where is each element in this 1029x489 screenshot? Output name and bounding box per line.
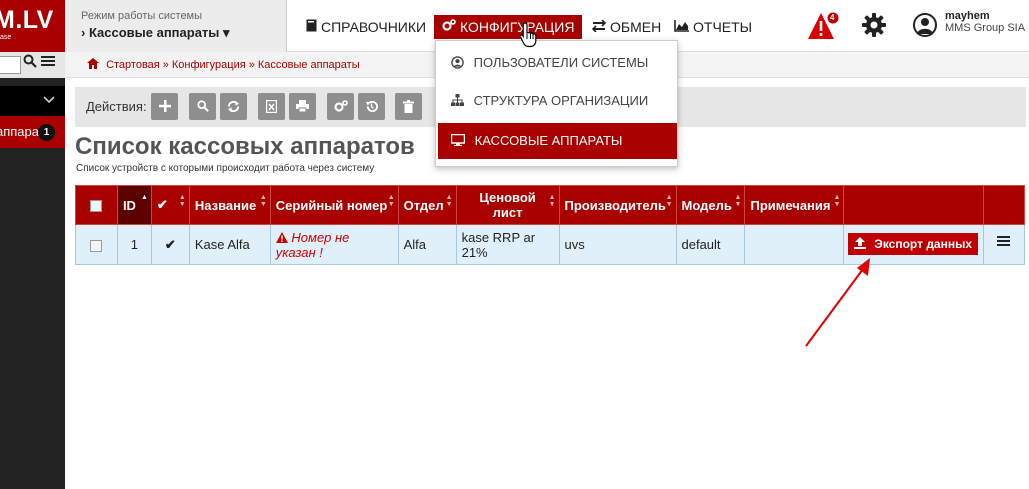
select-all-checkbox-cell[interactable] [75, 185, 118, 225]
cell-model: default [675, 224, 746, 265]
page-title: Список кассовых аппаратов [75, 133, 415, 160]
nav-exchange[interactable]: ОБМЕН [591, 15, 662, 40]
nav-reports-label: ОТЧЕТЫ [693, 19, 753, 35]
col-manufacturer[interactable]: Производитель ▲ ▼ [558, 185, 677, 225]
nav-configuration-label: КОНФИГУРАЦИЯ [460, 19, 575, 35]
col-menu [983, 185, 1025, 225]
cell-department: Alfa [397, 224, 457, 265]
col-price-list[interactable]: Ценовой лист ▲ ▼ [455, 185, 560, 225]
table-header-row: ID ▲ ✔ ▲ ▼ Название ▲ ▼ Серийный номер ▲ ▼ Отде… [75, 185, 1025, 225]
cell-name: Kase Alfa [188, 224, 271, 265]
monitor-icon [450, 133, 469, 148]
row-checkbox[interactable] [90, 239, 103, 252]
nav-configuration[interactable]: КОНФИГУРАЦИЯ [434, 15, 583, 40]
user-org: MMS Group SIA [945, 22, 1026, 34]
warning-icon [275, 230, 292, 245]
mode-value[interactable]: › Кассовые аппараты ▾ [81, 25, 230, 41]
mode-selector[interactable]: Режим работы системы › Кассовые аппараты… [65, 0, 287, 52]
search-button[interactable] [189, 93, 216, 120]
col-export [843, 185, 985, 225]
logo[interactable]: M.LV ase [0, 0, 65, 52]
nav-directories[interactable]: СПРАВОЧНИКИ [306, 15, 426, 39]
cell-active: ✔ [150, 224, 190, 265]
user-name[interactable]: mayhem [945, 10, 990, 22]
sidebar: M.LV ase аппараты 1 [0, 0, 65, 489]
col-model[interactable]: Модель ▲ ▼ [675, 185, 746, 225]
sidebar-search-input[interactable] [0, 56, 21, 74]
dropdown-item-users[interactable]: ПОЛЬЗОВАТЕЛИ СИСТЕМЫ [438, 45, 677, 81]
user-circle-icon [451, 55, 468, 70]
cell-id: 1 [116, 224, 152, 265]
cell-manufacturer: uvs [558, 224, 677, 265]
sitemap-icon [451, 93, 468, 108]
configuration-dropdown: ПОЛЬЗОВАТЕЛИ СИСТЕМЫ СТРУКТУРА ОРГАНИЗАЦ… [435, 40, 678, 167]
cell-price-list: kase RRP ar 21% [455, 224, 560, 265]
col-serial[interactable]: Серийный номер ▲ ▼ [269, 185, 399, 225]
book-icon [306, 16, 317, 40]
nav-directories-label: СПРАВОЧНИКИ [321, 19, 427, 35]
breadcrumb-configuration[interactable]: Конфигурация [172, 59, 246, 71]
nav-reports[interactable]: ОТЧЕТЫ [674, 15, 752, 39]
logo-text: M.LV [0, 6, 54, 34]
menu-icon[interactable] [41, 54, 55, 72]
settings-button[interactable] [327, 93, 354, 120]
sidebar-item-cash-registers[interactable]: аппараты 1 [0, 116, 65, 148]
nav-exchange-label: ОБМЕН [610, 19, 662, 35]
warning-icon [808, 11, 840, 39]
gear-icon[interactable] [862, 13, 886, 44]
hand-cursor-icon [519, 22, 539, 53]
sidebar-item-badge: 1 [38, 124, 55, 141]
refresh-button[interactable] [220, 93, 247, 120]
col-active[interactable]: ✔ ▲ ▼ [150, 185, 190, 225]
dropdown-item-structure[interactable]: СТРУКТУРА ОРГАНИЗАЦИИ [438, 83, 677, 119]
export-data-button[interactable]: Экспорт данных [848, 233, 978, 255]
export-data-label: Экспорт данных [874, 237, 973, 251]
row-menu-icon[interactable] [997, 234, 1010, 252]
logo-subtext: ase [0, 34, 12, 41]
col-id[interactable]: ID ▲ [116, 185, 152, 225]
avatar[interactable] [913, 13, 937, 37]
upload-icon [853, 237, 874, 251]
alert-count: 4 [830, 13, 835, 22]
sidebar-menu-header[interactable] [0, 86, 65, 116]
dropdown-item-users-label: ПОЛЬЗОВАТЕЛИ СИСТЕМЫ [473, 55, 649, 70]
cell-notes [744, 224, 845, 265]
col-notes[interactable]: Примечания ▲ ▼ [744, 185, 845, 225]
home-icon[interactable] [87, 58, 106, 71]
search-icon[interactable] [23, 54, 37, 72]
cogs-icon [442, 16, 456, 40]
breadcrumb-current[interactable]: Кассовые аппараты [258, 59, 360, 71]
add-button[interactable] [151, 93, 178, 120]
col-department[interactable]: Отдел ▲ ▼ [397, 185, 457, 225]
dropdown-item-cash-registers[interactable]: КАССОВЫЕ АППАРАТЫ [438, 123, 677, 159]
excel-button[interactable] [258, 93, 285, 120]
chevron-down-icon [43, 92, 55, 107]
col-name[interactable]: Название ▲ ▼ [188, 185, 271, 225]
page-subtitle: Список устройств с которыми происходит р… [76, 163, 375, 174]
select-all-checkbox[interactable] [90, 200, 103, 213]
actions-label: Действия: [86, 99, 147, 114]
cell-serial: Номер не указан ! [269, 224, 399, 265]
mode-caption: Режим работы системы [81, 10, 203, 22]
alert-button[interactable]: 4 [807, 10, 841, 47]
dropdown-item-cash-registers-label: КАССОВЫЕ АППАРАТЫ [474, 133, 623, 148]
dropdown-item-structure-label: СТРУКТУРА ОРГАНИЗАЦИИ [473, 93, 649, 108]
row-checkbox-cell[interactable] [75, 224, 118, 265]
exchange-icon [591, 16, 607, 40]
delete-button[interactable] [395, 93, 422, 120]
print-button[interactable] [289, 93, 316, 120]
history-button[interactable] [358, 93, 385, 120]
sidebar-search [0, 52, 65, 78]
breadcrumb-home[interactable]: Стартовая [106, 59, 160, 71]
chart-icon [674, 16, 689, 40]
